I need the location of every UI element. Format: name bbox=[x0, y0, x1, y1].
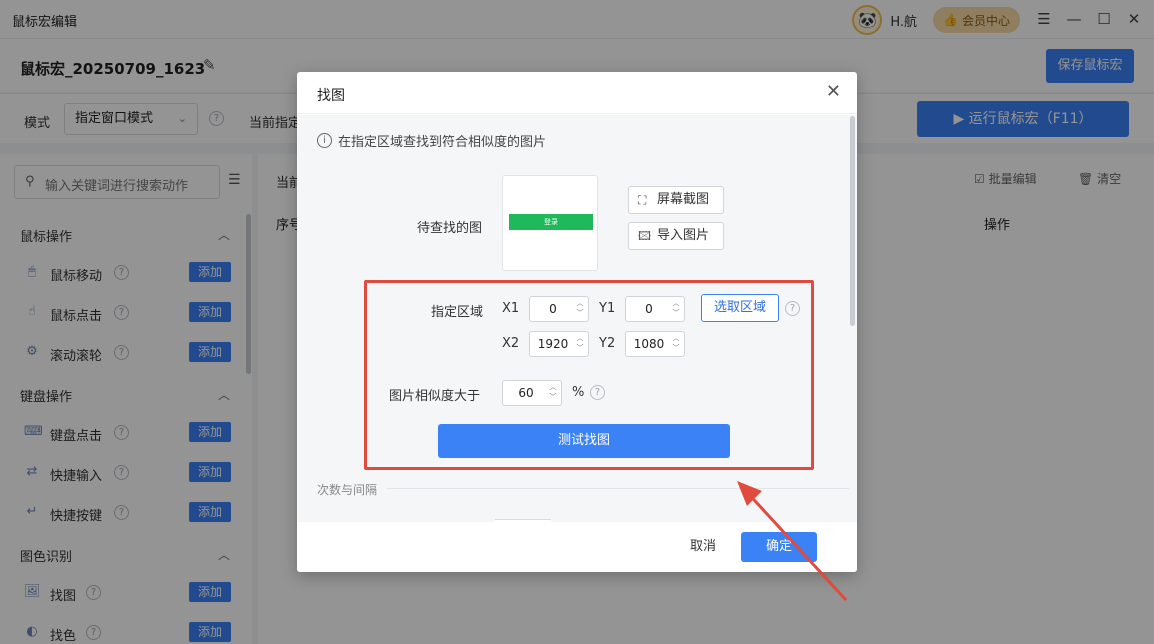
crop-icon: ⛶ bbox=[638, 193, 647, 207]
screenshot-label: 屏幕截图 bbox=[657, 192, 710, 207]
dialog-body: i 在指定区域查找到符合相似度的图片 待查找的图 登录 ⛶ 屏幕截图 🖾 导入图… bbox=[297, 115, 857, 523]
section-divider bbox=[387, 488, 849, 489]
x2-label: X2 bbox=[502, 336, 520, 351]
similarity-input[interactable]: 60 ︿ ﹀ bbox=[502, 380, 562, 406]
close-icon[interactable]: ✕ bbox=[826, 82, 841, 102]
spinner-arrows-icon[interactable]: ︿ ﹀ bbox=[671, 298, 681, 318]
dialog-scrollbar[interactable] bbox=[850, 116, 855, 326]
x1-input[interactable]: 0 ︿ ﹀ bbox=[529, 296, 589, 322]
x1-label: X1 bbox=[502, 301, 520, 316]
dialog-header: 找图 ✕ bbox=[297, 72, 857, 114]
select-region-button[interactable]: 选取区域 bbox=[701, 294, 779, 322]
target-image-label: 待查找的图 bbox=[417, 221, 483, 236]
screenshot-button[interactable]: ⛶ 屏幕截图 bbox=[628, 186, 724, 214]
y2-input[interactable]: 1080 ︿ ﹀ bbox=[625, 331, 685, 357]
info-row: i 在指定区域查找到符合相似度的图片 bbox=[317, 131, 546, 150]
dialog-footer: 取消 确定 bbox=[297, 522, 857, 572]
y2-value: 1080 bbox=[633, 337, 665, 351]
x1-value: 0 bbox=[549, 302, 557, 316]
y2-label: Y2 bbox=[599, 336, 616, 351]
image-icon: 🖾 bbox=[638, 229, 652, 243]
preview-login-bar: 登录 bbox=[509, 214, 593, 230]
info-text: 在指定区域查找到符合相似度的图片 bbox=[338, 135, 547, 150]
spinner-arrows-icon[interactable]: ︿ ﹀ bbox=[671, 333, 681, 353]
spinner-arrows-icon[interactable]: ︿ ﹀ bbox=[575, 333, 585, 353]
spinner-arrows-icon[interactable]: ︿ ﹀ bbox=[548, 382, 558, 402]
help-icon[interactable]: ? bbox=[785, 301, 800, 316]
similarity-unit: % bbox=[572, 385, 585, 400]
similarity-value: 60 bbox=[518, 386, 534, 400]
region-label: 指定区域 bbox=[431, 305, 484, 320]
import-image-button[interactable]: 🖾 导入图片 bbox=[628, 222, 724, 250]
confirm-button[interactable]: 确定 bbox=[741, 532, 817, 562]
y1-input[interactable]: 0 ︿ ﹀ bbox=[625, 296, 685, 322]
info-icon: i bbox=[317, 133, 332, 148]
help-icon[interactable]: ? bbox=[590, 385, 605, 400]
section-label-count-interval: 次数与间隔 bbox=[317, 483, 378, 497]
target-image-preview[interactable]: 登录 bbox=[502, 175, 598, 271]
find-image-dialog: 找图 ✕ i 在指定区域查找到符合相似度的图片 待查找的图 登录 ⛶ 屏幕截图 … bbox=[297, 72, 857, 572]
import-image-label: 导入图片 bbox=[657, 228, 710, 243]
test-find-image-button[interactable]: 测试找图 bbox=[438, 424, 730, 458]
y1-label: Y1 bbox=[599, 301, 616, 316]
x2-input[interactable]: 1920 ︿ ﹀ bbox=[529, 331, 589, 357]
spinner-arrows-icon[interactable]: ︿ ﹀ bbox=[575, 298, 585, 318]
similarity-label: 图片相似度大于 bbox=[389, 389, 481, 404]
x2-value: 1920 bbox=[537, 337, 569, 351]
cancel-button[interactable]: 取消 bbox=[677, 532, 729, 562]
dialog-title: 找图 bbox=[317, 88, 345, 104]
y1-value: 0 bbox=[645, 302, 653, 316]
